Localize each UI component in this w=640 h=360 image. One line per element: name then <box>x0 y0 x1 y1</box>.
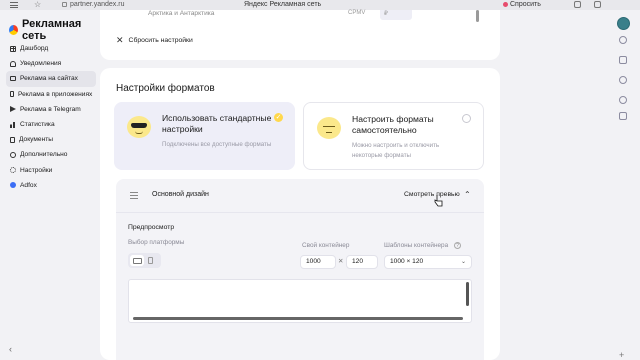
sidebar-item-label: Реклама на сайтах <box>20 75 78 83</box>
sidebar-item-adfox[interactable]: Adfox <box>6 178 96 193</box>
chevron-up-icon[interactable]: ⌃ <box>464 190 471 199</box>
list-scrollbar[interactable] <box>476 10 479 22</box>
menu-icon[interactable] <box>10 2 18 8</box>
document-icon <box>10 136 15 143</box>
list-icon <box>130 192 138 199</box>
design-panel: Основной дизайн Смотреть превью ⌃ Предпр… <box>116 179 484 360</box>
option-description: Можно настроить и отключить некоторые фо… <box>352 142 440 159</box>
ask-button[interactable]: Спросить <box>510 0 541 10</box>
container-height-input[interactable]: 120 <box>346 255 378 269</box>
sidebar-item-label: Документы <box>19 136 53 144</box>
sidebar-item-notifications[interactable]: Уведомления <box>6 56 96 71</box>
chevron-down-icon: ⌄ <box>460 259 466 265</box>
sidebar-item-additional[interactable]: Дополнительно <box>6 147 96 162</box>
apps-grid-icon[interactable] <box>619 112 627 120</box>
logo[interactable]: Рекламная сеть <box>9 18 100 42</box>
reset-settings-label: Сбросить настройки <box>128 37 193 44</box>
sidebar-item-statistics[interactable]: Статистика <box>6 117 96 132</box>
add-icon[interactable]: + <box>619 350 624 360</box>
option-title: Настроить форматы самостоятельно <box>352 114 434 135</box>
sidebar-item-label: Дашборд <box>20 45 49 53</box>
platform-toggle <box>128 253 161 268</box>
formats-card: Настройки форматов Использовать стандарт… <box>100 68 500 360</box>
mail-icon[interactable] <box>619 56 627 64</box>
sidebar-item-label: Реклама в Telegram <box>20 105 81 113</box>
option-title: Использовать стандартные настройки <box>162 113 272 134</box>
container-label: Свой контейнер <box>302 242 350 249</box>
info-icon[interactable]: ? <box>454 242 461 249</box>
phone-icon <box>10 91 14 98</box>
downloads-icon[interactable] <box>594 1 601 8</box>
preview-area <box>128 279 472 323</box>
close-icon: ✕ <box>116 35 124 45</box>
preview-title: Предпросмотр <box>128 224 175 231</box>
collapse-sidebar-icon[interactable]: ‹ <box>9 344 12 354</box>
view-preview-button[interactable]: Смотреть превью <box>404 191 460 198</box>
option-standard-settings[interactable]: Использовать стандартные настройки Подкл… <box>114 102 295 170</box>
sidebar-item-label: Дополнительно <box>20 151 68 159</box>
main-content: Арктика и Антарктика CPMV ✕ Сбросить нас… <box>100 10 500 360</box>
neutral-emoji-icon <box>317 117 341 139</box>
logo-icon <box>9 25 19 35</box>
formats-title: Настройки форматов <box>116 83 215 94</box>
sidebar-item-label: Adfox <box>20 181 37 189</box>
sidebar-item-label: Статистика <box>20 121 55 129</box>
telegram-icon <box>10 106 16 113</box>
preview-horizontal-scrollbar[interactable] <box>133 317 463 320</box>
option-custom-settings[interactable]: Настроить форматы самостоятельно Можно н… <box>303 102 484 170</box>
multiply-icon: ✕ <box>338 258 344 265</box>
option-description: Подключены все доступные форматы <box>162 141 272 148</box>
right-rail: + <box>611 10 640 360</box>
sidebar-item-documents[interactable]: Документы <box>6 132 96 147</box>
preview-vertical-scrollbar[interactable] <box>466 282 469 306</box>
design-header[interactable]: Основной дизайн Смотреть превью ⌃ <box>116 179 484 213</box>
sidebar-item-telegram[interactable]: Реклама в Telegram <box>6 102 96 117</box>
messages-icon[interactable] <box>619 76 627 84</box>
dashboard-icon <box>10 45 16 52</box>
templates-label: Шаблоны контейнера <box>384 242 449 249</box>
sidebar-item-label: Настройки <box>20 166 53 174</box>
reset-settings-button[interactable]: ✕ Сбросить настройки <box>116 35 193 46</box>
sidebar-item-dashboard[interactable]: Дашборд <box>6 41 96 56</box>
gear-icon <box>10 167 16 174</box>
bookmarks-icon[interactable] <box>574 1 581 8</box>
bell-icon <box>10 60 16 67</box>
region-name: Арктика и Антарктика <box>148 10 215 17</box>
bookmark-star-icon[interactable]: ☆ <box>34 0 41 10</box>
desktop-icon[interactable] <box>130 255 144 266</box>
help-icon[interactable] <box>619 96 627 104</box>
assistant-icon[interactable] <box>503 2 508 7</box>
template-select[interactable]: 1000 × 120 ⌄ <box>384 255 472 269</box>
hand-cursor-icon <box>434 195 443 207</box>
metric-label: CPMV <box>348 10 366 16</box>
sidebar-item-apps[interactable]: Реклама в приложениях <box>6 87 96 102</box>
brand-name: Рекламная сеть <box>22 18 82 42</box>
monitor-icon <box>10 76 16 82</box>
sidebar-item-label: Уведомления <box>20 60 62 68</box>
container-width-input[interactable]: 1000 <box>300 255 336 269</box>
sunglasses-emoji-icon <box>127 116 151 138</box>
mobile-icon[interactable] <box>148 257 153 264</box>
template-value: 1000 × 120 <box>390 258 424 265</box>
sidebar-item-label: Реклама в приложениях <box>18 90 93 98</box>
platform-label: Выбор платформы <box>128 239 185 246</box>
adfox-icon <box>10 182 16 189</box>
checkmark-icon: ✓ <box>274 113 283 122</box>
alice-icon[interactable] <box>619 36 627 44</box>
avatar[interactable] <box>617 17 630 30</box>
sidebar-item-settings[interactable]: Настройки <box>6 163 96 178</box>
browser-top-bar: ☆ partner.yandex.ru Яндекс Рекламная сет… <box>0 0 640 10</box>
chart-icon <box>10 121 16 128</box>
sidebar-item-sites[interactable]: Реклама на сайтах <box>6 71 96 87</box>
sidebar-nav: Дашборд Уведомления Реклама на сайтах Ре… <box>6 41 96 193</box>
lock-icon <box>62 2 67 7</box>
address-bar[interactable]: partner.yandex.ru <box>70 0 124 10</box>
design-name: Основной дизайн <box>152 191 209 198</box>
price-input[interactable] <box>380 10 412 20</box>
radio-button[interactable] <box>462 114 471 123</box>
regions-card: Арктика и Антарктика CPMV ✕ Сбросить нас… <box>100 10 500 60</box>
tab-title: Яндекс Рекламная сеть <box>244 1 322 8</box>
sidebar: Рекламная сеть Дашборд Уведомления Рекла… <box>0 10 100 360</box>
plus-circle-icon <box>10 151 16 158</box>
